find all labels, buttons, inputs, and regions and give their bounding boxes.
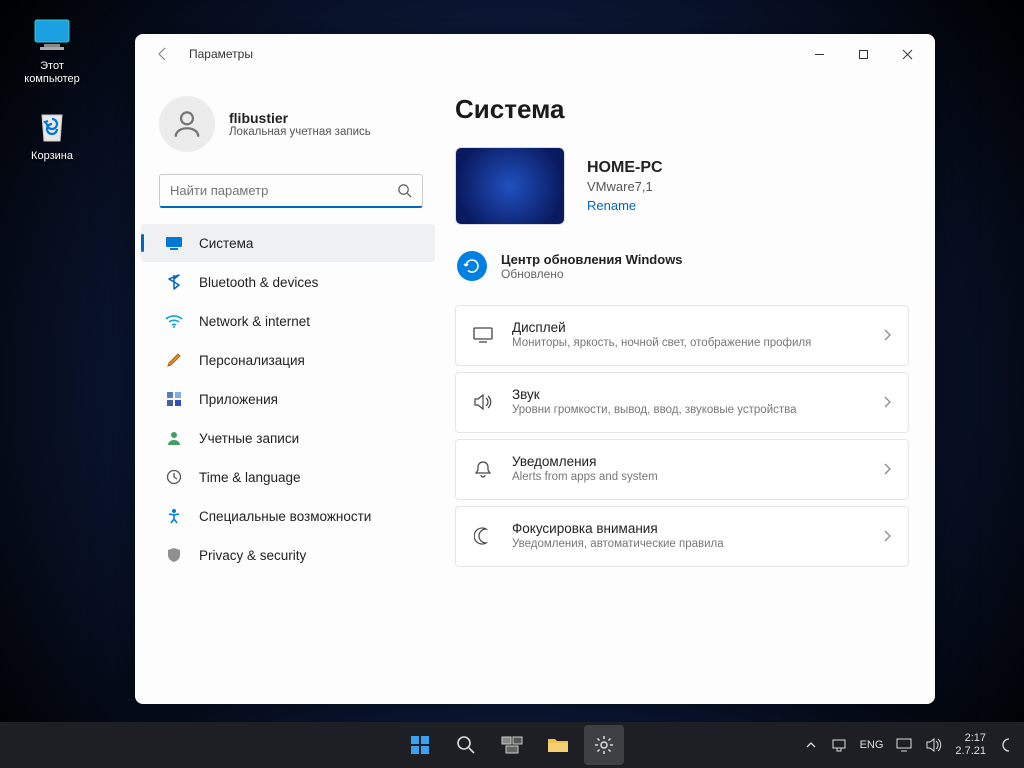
- minimize-button[interactable]: [797, 38, 841, 70]
- card-display[interactable]: Дисплей Мониторы, яркость, ночной свет, …: [455, 305, 909, 366]
- rename-link[interactable]: Rename: [587, 198, 663, 213]
- file-explorer-button[interactable]: [538, 725, 578, 765]
- pc-name: HOME-PC: [587, 159, 663, 177]
- nav-label: Приложения: [199, 392, 278, 407]
- search-button[interactable]: [446, 725, 486, 765]
- moon-icon: [472, 527, 494, 545]
- nav-system[interactable]: Система: [141, 224, 435, 262]
- accessibility-icon: [165, 507, 183, 525]
- nav-accounts[interactable]: Учетные записи: [141, 419, 435, 457]
- chevron-right-icon: [884, 329, 892, 341]
- card-title: Фокусировка внимания: [512, 521, 866, 536]
- nav-label: Учетные записи: [199, 431, 299, 446]
- pc-model: VMware7,1: [587, 179, 663, 194]
- tray-notifications-icon[interactable]: [998, 736, 1016, 754]
- sidebar: flibustier Локальная учетная запись Сист…: [135, 74, 445, 704]
- search-icon: [397, 183, 412, 198]
- nav-label: Privacy & security: [199, 548, 306, 563]
- page-heading: Система: [455, 94, 909, 125]
- desktop-icon-recycle-bin[interactable]: Корзина: [14, 104, 90, 163]
- tray-date: 2.7.21: [955, 745, 986, 758]
- main-content: Система HOME-PC VMware7,1 Rename Центр о…: [445, 74, 935, 704]
- nav-label: Network & internet: [199, 314, 310, 329]
- system-icon: [165, 234, 183, 252]
- card-focus-assist[interactable]: Фокусировка внимания Уведомления, автома…: [455, 506, 909, 567]
- update-title: Центр обновления Windows: [501, 252, 683, 267]
- pc-card: HOME-PC VMware7,1 Rename: [455, 147, 909, 225]
- bell-icon: [472, 460, 494, 478]
- tray-clock[interactable]: 2:17 2.7.21: [955, 732, 986, 758]
- nav-label: Time & language: [199, 470, 301, 485]
- card-title: Уведомления: [512, 454, 866, 469]
- maximize-button[interactable]: [841, 38, 885, 70]
- chevron-right-icon: [884, 530, 892, 542]
- nav-time-language[interactable]: Time & language: [141, 458, 435, 496]
- nav-accessibility[interactable]: Специальные возможности: [141, 497, 435, 535]
- nav-network[interactable]: Network & internet: [141, 302, 435, 340]
- card-sound[interactable]: Звук Уровни громкости, вывод, ввод, звук…: [455, 372, 909, 433]
- nav-label: Специальные возможности: [199, 509, 371, 524]
- search-input[interactable]: [170, 183, 397, 198]
- desktop-icon-label: Корзина: [31, 150, 73, 163]
- card-sub: Alerts from apps and system: [512, 470, 866, 485]
- brush-icon: [165, 351, 183, 369]
- start-button[interactable]: [400, 725, 440, 765]
- card-sub: Мониторы, яркость, ночной свет, отображе…: [512, 336, 866, 351]
- tray-language[interactable]: ENG: [860, 739, 884, 751]
- tray-network-icon[interactable]: [895, 736, 913, 754]
- card-sub: Уровни громкости, вывод, ввод, звуковые …: [512, 403, 866, 418]
- tray-ethernet-icon[interactable]: [830, 736, 848, 754]
- settings-button[interactable]: [584, 725, 624, 765]
- nav-privacy[interactable]: Privacy & security: [141, 536, 435, 574]
- bluetooth-icon: [165, 273, 183, 291]
- nav-apps[interactable]: Приложения: [141, 380, 435, 418]
- nav-label: Система: [199, 236, 253, 251]
- account-name: flibustier: [229, 110, 371, 126]
- nav-label: Bluetooth & devices: [199, 275, 318, 290]
- tray-overflow-button[interactable]: [804, 741, 818, 749]
- nav-personalization[interactable]: Персонализация: [141, 341, 435, 379]
- taskbar: ENG 2:17 2.7.21: [0, 722, 1024, 768]
- nav: Система Bluetooth & devices Network & in…: [135, 224, 441, 575]
- windows-update-row[interactable]: Центр обновления Windows Обновлено: [455, 245, 909, 305]
- card-sub: Уведомления, автоматические правила: [512, 537, 866, 552]
- tray-time: 2:17: [955, 732, 986, 745]
- pc-thumbnail: [455, 147, 565, 225]
- search-box[interactable]: [159, 174, 423, 208]
- desktop-icon-this-pc[interactable]: Этот компьютер: [14, 14, 90, 86]
- sound-icon: [472, 394, 494, 410]
- wifi-icon: [165, 312, 183, 330]
- task-view-button[interactable]: [492, 725, 532, 765]
- update-icon: [457, 251, 487, 281]
- display-icon: [472, 327, 494, 343]
- tray-volume-icon[interactable]: [925, 736, 943, 754]
- card-notifications[interactable]: Уведомления Alerts from apps and system: [455, 439, 909, 500]
- avatar-icon: [159, 96, 215, 152]
- back-button[interactable]: [151, 42, 175, 66]
- account-block[interactable]: flibustier Локальная учетная запись: [135, 84, 441, 170]
- chevron-right-icon: [884, 396, 892, 408]
- window-title: Параметры: [189, 47, 253, 61]
- recycle-bin-icon: [31, 104, 73, 146]
- nav-label: Персонализация: [199, 353, 305, 368]
- monitor-icon: [31, 14, 73, 56]
- taskbar-center: [400, 725, 624, 765]
- card-title: Дисплей: [512, 320, 866, 335]
- nav-bluetooth[interactable]: Bluetooth & devices: [141, 263, 435, 301]
- shield-icon: [165, 546, 183, 564]
- account-sub: Локальная учетная запись: [229, 126, 371, 138]
- system-tray: ENG 2:17 2.7.21: [804, 732, 1016, 758]
- card-title: Звук: [512, 387, 866, 402]
- apps-icon: [165, 390, 183, 408]
- settings-window: Параметры flibustier Локальная учетная з…: [135, 34, 935, 704]
- person-icon: [165, 429, 183, 447]
- clock-icon: [165, 468, 183, 486]
- desktop-icon-label: Этот компьютер: [24, 60, 79, 86]
- titlebar: Параметры: [135, 34, 935, 74]
- close-button[interactable]: [885, 38, 929, 70]
- update-status: Обновлено: [501, 267, 683, 281]
- chevron-right-icon: [884, 463, 892, 475]
